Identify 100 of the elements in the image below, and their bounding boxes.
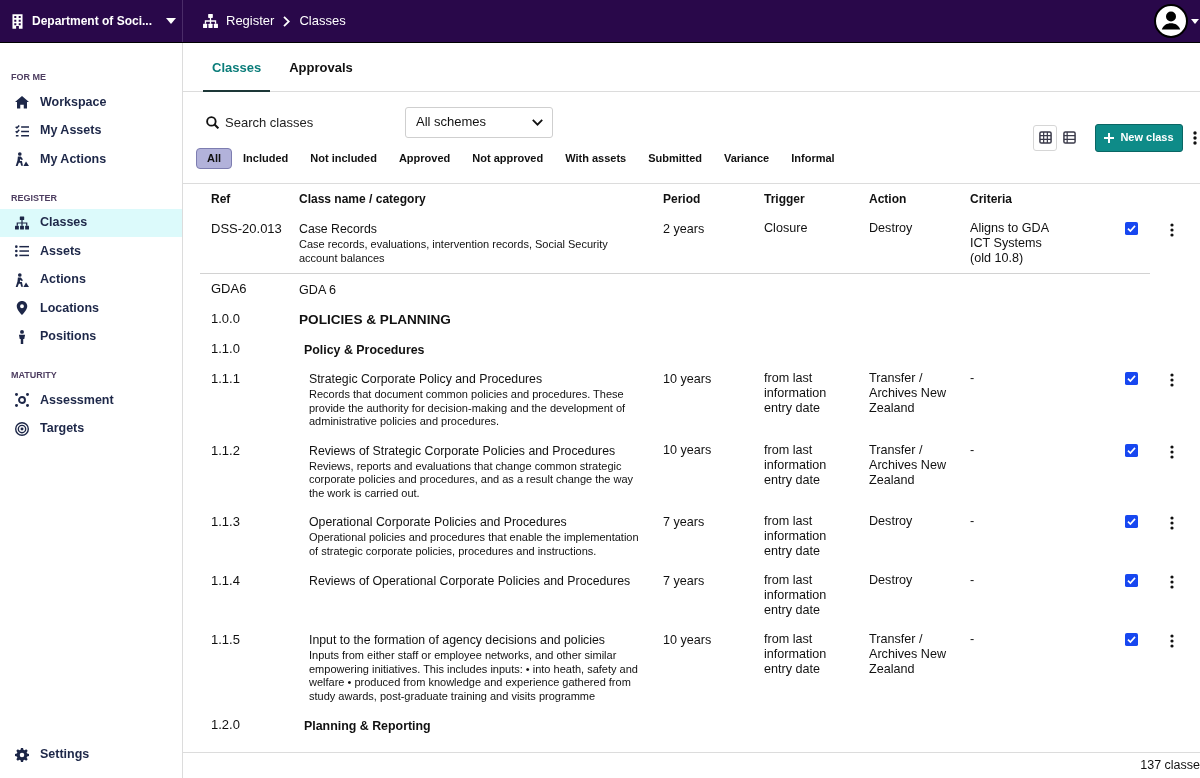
- filter-chip[interactable]: Included: [232, 147, 300, 169]
- column-header: Criteria: [970, 192, 1014, 206]
- checkbox[interactable]: [1125, 515, 1138, 528]
- trigger-cell-text: Closure: [764, 221, 809, 236]
- criteria-cell-text: -: [970, 632, 976, 647]
- filter-chip[interactable]: Approved: [387, 147, 462, 169]
- checkbox[interactable]: [1125, 633, 1138, 646]
- view-toggle-button[interactable]: [1033, 124, 1057, 151]
- ref-cell-text: 1.1.3: [210, 514, 241, 531]
- nav-item[interactable]: Positions: [0, 322, 182, 351]
- filter-chip[interactable]: Not approved: [461, 147, 555, 169]
- sitemap-icon: [15, 215, 29, 230]
- more-icon[interactable]: [1170, 634, 1174, 648]
- nav-item[interactable]: Assessment: [0, 386, 182, 415]
- ref-cell-text: GDA6: [210, 280, 248, 299]
- nav-item[interactable]: Classes: [0, 208, 182, 237]
- trigger-cell-text: from last information entry date: [764, 442, 828, 488]
- column-header: Period: [663, 192, 702, 206]
- class-description: Reviews, reports and evaluations that change common strategic corporate policies and procedures, and as a result change the way the work is carried out.: [309, 459, 635, 500]
- more-icon[interactable]: [1170, 373, 1174, 387]
- period-cell-text: 10 years: [663, 632, 713, 648]
- nav-item[interactable]: Workspace: [0, 88, 182, 117]
- person-digging-icon: [15, 272, 29, 287]
- sitemap-icon: [203, 14, 218, 28]
- filter-chip[interactable]: Variance: [713, 147, 781, 169]
- period-cell-text: 7 years: [663, 573, 706, 589]
- trigger-cell-text: from last information entry date: [764, 514, 828, 559]
- section-label: FOR ME: [10, 71, 47, 85]
- nav-item[interactable]: Actions: [0, 265, 182, 294]
- map-pin-icon: [15, 301, 29, 316]
- criteria-cell-text: -: [970, 573, 976, 588]
- nav-item[interactable]: My Actions: [0, 145, 182, 174]
- checkbox[interactable]: [1125, 443, 1138, 457]
- grid-view-icon: [1038, 131, 1052, 144]
- class-description: Operational policies and procedures that enable the implementation of strategic corporate policies, procedures and instructions.: [309, 531, 640, 558]
- class-description: Inputs from either staff or employee networks, and other similar empowering initiatives. This includes inputs: • into heath, safety and welfare • produced from knowledge and experience gathered from study awards, post-graduate training and visits programme: [309, 649, 639, 703]
- nav-item[interactable]: Assets: [0, 237, 182, 266]
- checklist-icon: [15, 123, 29, 138]
- period-cell-text: 10 years: [663, 443, 713, 458]
- more-icon[interactable]: [1170, 223, 1174, 237]
- action-cell-text: Destroy: [869, 221, 914, 236]
- class-name: Operational Corporate Policies and Procedures: [309, 514, 568, 530]
- section-label: MATURITY: [10, 369, 58, 383]
- breadcrumb-current: Classes: [299, 12, 346, 31]
- action-cell-text: Transfer / Archives New Zealand: [869, 371, 947, 416]
- building-icon: [12, 13, 23, 29]
- more-icon[interactable]: [1170, 444, 1174, 459]
- checkbox[interactable]: [1125, 222, 1138, 235]
- avatar-icon[interactable]: [1154, 4, 1188, 38]
- filter-chip[interactable]: Informal: [780, 147, 846, 169]
- chevron-down-icon: [532, 118, 543, 126]
- caret-down-icon: [166, 18, 177, 24]
- column-header: Action: [869, 192, 908, 206]
- ref-cell-text: 1.1.1: [210, 371, 241, 388]
- subsection-title: Policy & Procedures: [304, 343, 425, 357]
- nav-item[interactable]: Targets: [0, 414, 182, 443]
- ref-cell-text: 1.1.0: [210, 340, 241, 359]
- filter-chip[interactable]: With assets: [554, 147, 638, 169]
- checkbox[interactable]: [1125, 574, 1138, 587]
- more-icon[interactable]: [1193, 130, 1197, 145]
- scheme-dropdown[interactable]: All schemes: [405, 106, 553, 138]
- ref-cell-text: 1.0.0: [210, 310, 241, 329]
- trigger-cell-text: from last information entry date: [764, 371, 828, 416]
- nav-item[interactable]: Locations: [0, 294, 182, 323]
- plus-icon: [1104, 132, 1115, 143]
- trigger-cell-text: from last information entry date: [764, 632, 828, 677]
- column-header: Class name / category: [299, 192, 427, 206]
- nav-item[interactable]: Settings: [0, 740, 182, 769]
- class-name: Reviews of Strategic Corporate Policies and Procedures: [309, 442, 617, 459]
- column-header: Trigger: [764, 192, 806, 206]
- action-cell-text: Destroy: [869, 514, 914, 529]
- group-title: GDA 6: [299, 283, 337, 297]
- list-icon: [15, 244, 29, 259]
- trigger-cell-text: from last information entry date: [764, 573, 828, 618]
- new-class-button[interactable]: New class: [1095, 123, 1183, 152]
- nav-item[interactable]: My Assets: [0, 116, 182, 145]
- action-cell-text: Transfer / Archives New Zealand: [869, 632, 947, 677]
- tab[interactable]: Approvals: [280, 43, 362, 92]
- section-label: REGISTER: [10, 191, 58, 205]
- org-dropdown[interactable]: Department of Soci...: [32, 12, 177, 30]
- criteria-cell-text: -: [970, 371, 976, 386]
- class-name: Strategic Corporate Policy and Procedures: [309, 371, 544, 387]
- class-count: 137 classe: [1140, 757, 1200, 775]
- search-icon: [206, 115, 219, 129]
- settings-icon: [15, 747, 29, 762]
- filter-chip[interactable]: Not included: [299, 147, 388, 169]
- filter-chip[interactable]: All: [196, 147, 233, 169]
- period-cell-text: 7 years: [663, 514, 706, 530]
- tab[interactable]: Classes: [203, 43, 271, 92]
- caret-down-icon[interactable]: [1191, 18, 1199, 24]
- target-icon: [15, 421, 29, 436]
- action-cell-text: Transfer / Archives New Zealand: [869, 442, 947, 488]
- class-name: Input to the formation of agency decisions and policies: [309, 632, 606, 648]
- breadcrumb-link[interactable]: Register: [226, 11, 275, 31]
- filter-chip[interactable]: Submitted: [637, 147, 713, 169]
- checkbox[interactable]: [1125, 372, 1138, 385]
- search-field[interactable]: Search classes: [225, 110, 393, 134]
- more-icon[interactable]: [1170, 516, 1174, 530]
- more-icon[interactable]: [1170, 575, 1174, 589]
- ref-cell-text: 1.1.2: [210, 442, 241, 460]
